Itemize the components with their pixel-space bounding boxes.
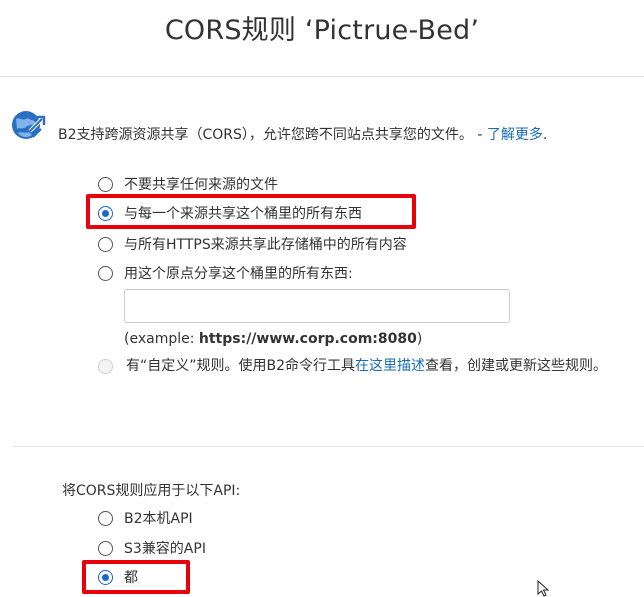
option-share-origin-label: 用这个原点分享这个桶里的所有东西: <box>124 266 353 282</box>
api-option-s3-compatible[interactable]: S3兼容的API <box>98 538 206 558</box>
intro-end: . <box>542 127 548 143</box>
origin-input[interactable] <box>124 289 510 323</box>
option-share-https[interactable]: 与所有HTTPS来源共享此存储桶中的所有内容 <box>98 234 407 254</box>
example-suffix: ) <box>416 331 423 347</box>
option-share-origin[interactable]: 用这个原点分享这个桶里的所有东西: <box>98 263 353 283</box>
radio-no-share[interactable] <box>98 176 113 192</box>
custom-rules-before: 有“自定义”规则。使用B2命令行工具 <box>126 358 356 374</box>
option-custom <box>98 359 124 374</box>
api-option-b2-native-label: B2本机API <box>124 511 193 527</box>
page-title: CORS规则 ‘Pictrue-Bed’ <box>164 15 480 46</box>
option-share-https-label: 与所有HTTPS来源共享此存储桶中的所有内容 <box>124 237 407 253</box>
mouse-cursor-icon <box>537 580 550 597</box>
divider <box>0 76 644 77</box>
api-option-b2-native[interactable]: B2本机API <box>98 508 193 528</box>
cors-intro-text: B2支持跨源资源共享（CORS），允许您跨不同站点共享您的文件。 - 了解更多. <box>58 124 547 144</box>
radio-custom <box>98 359 113 374</box>
custom-rules-text: 有“自定义”规则。使用B2命令行工具在这里描述查看，创建或更新这些规则。 <box>126 356 626 377</box>
divider <box>12 446 644 447</box>
describe-here-link[interactable]: 在这里描述 <box>355 358 425 374</box>
intro-description: B2支持跨源资源共享（CORS），允许您跨不同站点共享您的文件。 - <box>58 127 487 143</box>
highlight-box <box>86 194 416 229</box>
learn-more-link[interactable]: 了解更多 <box>487 127 543 143</box>
origin-example: (example: https://www.corp.com:8080) <box>124 331 422 347</box>
radio-b2-native[interactable] <box>98 510 113 526</box>
api-option-s3-compatible-label: S3兼容的API <box>124 541 206 557</box>
globe-share-icon <box>12 111 46 139</box>
example-value: https://www.corp.com:8080 <box>198 331 417 347</box>
radio-share-https[interactable] <box>98 236 113 252</box>
option-no-share-label: 不要共享任何来源的文件 <box>124 177 278 193</box>
api-section-label: 将CORS规则应用于以下API: <box>62 483 241 499</box>
radio-share-origin[interactable] <box>98 265 113 281</box>
example-prefix: (example: <box>124 331 199 347</box>
radio-s3-compatible[interactable] <box>98 540 113 556</box>
option-no-share[interactable]: 不要共享任何来源的文件 <box>98 174 278 194</box>
custom-rules-after: 查看，创建或更新这些规则。 <box>425 358 608 374</box>
highlight-box <box>82 560 190 594</box>
